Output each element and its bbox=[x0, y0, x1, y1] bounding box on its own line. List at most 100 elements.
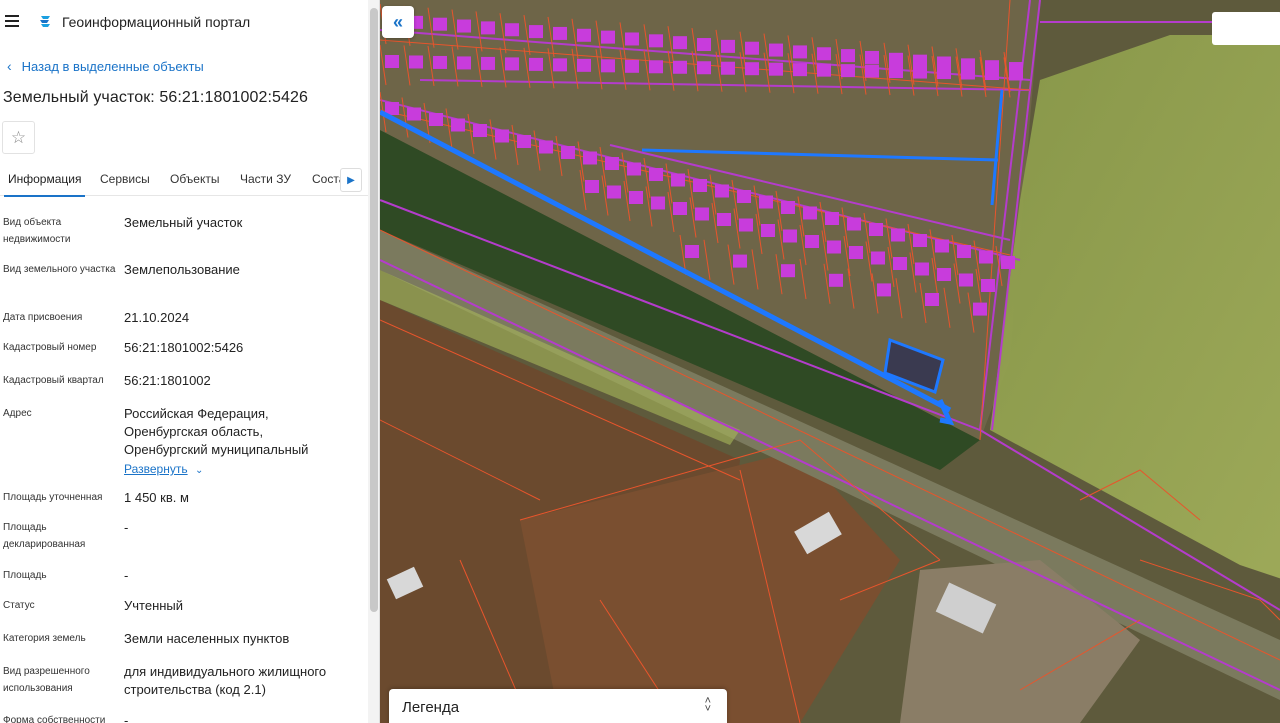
field-value: - bbox=[124, 520, 129, 535]
field-value: 1 450 кв. м bbox=[124, 490, 189, 505]
info-panel: Геоинформационный портал ‹ Назад в выделе… bbox=[0, 0, 380, 723]
building-footprint bbox=[457, 56, 471, 70]
building-footprint bbox=[481, 56, 495, 70]
building-footprint bbox=[715, 184, 729, 198]
building-footprint bbox=[517, 135, 531, 148]
field-label: Кадастровый номер bbox=[3, 342, 97, 353]
chevron-right-icon[interactable]: ▶ bbox=[340, 168, 362, 192]
building-footprint bbox=[961, 66, 975, 80]
building-footprint bbox=[745, 62, 759, 76]
object-title: Земельный участок: 56:21:1801002:5426 bbox=[3, 89, 309, 106]
building-footprint bbox=[539, 140, 553, 154]
building-footprint bbox=[737, 190, 751, 203]
tab-services[interactable]: Сервисы bbox=[100, 172, 150, 186]
chevron-left-icon: ‹ bbox=[7, 58, 12, 74]
building-footprint bbox=[673, 60, 687, 74]
building-footprint bbox=[553, 26, 567, 40]
field-value: Учтенный bbox=[124, 598, 184, 613]
building-footprint bbox=[629, 191, 643, 204]
field-value: для индивидуального жилищного строительс… bbox=[124, 664, 327, 697]
building-footprint bbox=[561, 146, 575, 159]
field-label: Вид земельного участка bbox=[3, 264, 116, 275]
star-icon[interactable]: ☆ bbox=[2, 121, 35, 154]
field-value: - bbox=[124, 713, 129, 723]
building-footprint bbox=[601, 59, 615, 73]
unfold-icon[interactable]: ˄ ˅ bbox=[705, 696, 711, 715]
building-footprint bbox=[1009, 67, 1023, 81]
building-footprint bbox=[529, 57, 543, 71]
building-footprint bbox=[607, 185, 621, 199]
field-value: 21.10.2024 bbox=[124, 310, 190, 325]
double-chevron-left-icon[interactable]: « bbox=[382, 6, 414, 38]
building-footprint bbox=[407, 107, 421, 121]
building-footprint bbox=[685, 245, 699, 258]
building-footprint bbox=[925, 293, 939, 306]
field-label: Вид объекта недвижимости bbox=[3, 217, 71, 245]
field-label: Площадь декларированная bbox=[3, 522, 86, 550]
tab-objects[interactable]: Объекты bbox=[170, 172, 220, 186]
back-link[interactable]: ‹ Назад в выделенные объекты bbox=[7, 58, 204, 74]
building-footprint bbox=[673, 36, 687, 50]
building-footprint bbox=[849, 246, 863, 259]
building-footprint bbox=[889, 65, 903, 79]
legend-title: Легенда bbox=[402, 699, 460, 716]
field-label: Кадастровый квартал bbox=[3, 375, 104, 386]
building-footprint bbox=[585, 180, 599, 193]
building-footprint bbox=[697, 38, 711, 52]
legend-panel[interactable]: Легенда ˄ ˅ bbox=[389, 689, 727, 723]
building-footprint bbox=[601, 30, 615, 44]
chevron-down-icon: ⌄ bbox=[194, 465, 204, 476]
building-footprint bbox=[937, 66, 951, 80]
building-footprint bbox=[673, 202, 687, 215]
map-view[interactable]: « Легенда ˄ ˅ bbox=[380, 0, 1280, 723]
building-footprint bbox=[893, 257, 907, 270]
building-footprint bbox=[793, 45, 807, 59]
building-footprint bbox=[577, 58, 591, 72]
building-footprint bbox=[985, 67, 999, 80]
portal-logo-icon bbox=[40, 16, 50, 27]
map-search-box[interactable] bbox=[1212, 12, 1280, 45]
building-footprint bbox=[693, 179, 707, 192]
address-expand-link[interactable]: Развернуть ⌄ bbox=[124, 460, 339, 480]
building-footprint bbox=[745, 41, 759, 55]
building-footprint bbox=[817, 47, 831, 61]
building-footprint bbox=[889, 52, 903, 66]
building-footprint bbox=[627, 162, 641, 176]
building-footprint bbox=[481, 21, 495, 35]
field-label: Дата присвоения bbox=[3, 312, 83, 323]
building-footprint bbox=[871, 251, 885, 265]
tab-parts[interactable]: Части ЗУ bbox=[240, 172, 291, 186]
building-footprint bbox=[841, 64, 855, 78]
building-footprint bbox=[433, 17, 447, 31]
panel-scrollbar[interactable] bbox=[368, 0, 379, 723]
building-footprint bbox=[505, 23, 519, 37]
tab-info[interactable]: Информация bbox=[3, 172, 86, 197]
building-footprint bbox=[649, 60, 663, 74]
building-footprint bbox=[869, 223, 883, 236]
building-footprint bbox=[529, 25, 543, 39]
hamburger-icon[interactable] bbox=[5, 15, 19, 27]
building-footprint bbox=[649, 168, 663, 181]
building-footprint bbox=[583, 151, 597, 165]
building-footprint bbox=[865, 50, 879, 64]
field-value: 56:21:1801002 bbox=[124, 373, 211, 388]
building-footprint bbox=[979, 250, 993, 264]
building-footprint bbox=[825, 212, 839, 225]
building-footprint bbox=[495, 129, 509, 143]
scrollbar-thumb[interactable] bbox=[370, 8, 378, 612]
building-footprint bbox=[505, 57, 519, 71]
building-footprint bbox=[1001, 256, 1015, 269]
field-value: Российская Федерация, Оренбургская облас… bbox=[124, 405, 339, 480]
building-footprint bbox=[913, 65, 927, 79]
building-footprint bbox=[649, 34, 663, 48]
expand-label: Развернуть bbox=[124, 462, 188, 476]
building-footprint bbox=[625, 59, 639, 73]
building-footprint bbox=[577, 28, 591, 42]
building-footprint bbox=[733, 254, 747, 268]
building-footprint bbox=[935, 239, 949, 253]
field-label: Площадь уточненная bbox=[3, 492, 103, 503]
field-label: Статус bbox=[3, 600, 35, 611]
field-value: Землепользование bbox=[124, 262, 240, 277]
building-footprint bbox=[605, 157, 619, 170]
map-canvas[interactable] bbox=[380, 0, 1280, 723]
